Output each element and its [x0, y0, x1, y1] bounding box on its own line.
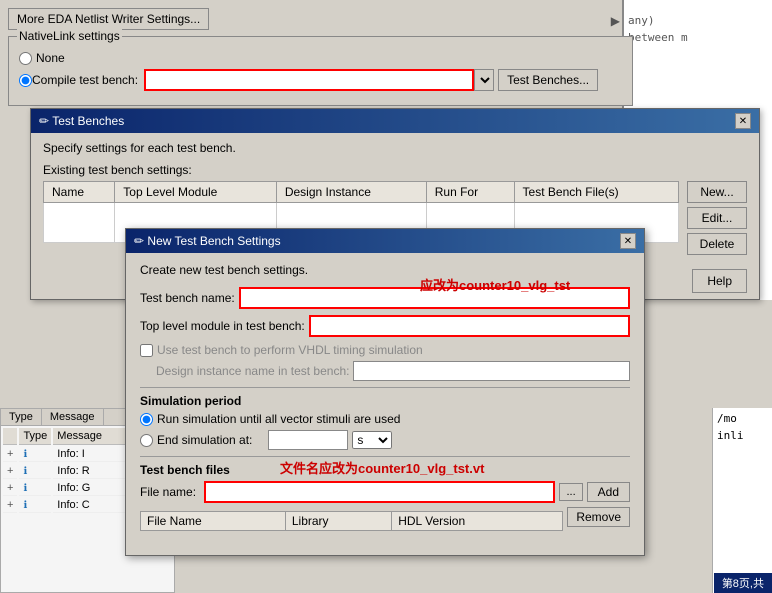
new-bench-body: Create new test bench settings. Test ben…: [126, 253, 644, 555]
type-cell: ℹ: [19, 498, 51, 513]
info-icon: ℹ: [23, 483, 27, 494]
nativelink-group: NativeLink settings None Compile test be…: [8, 36, 633, 106]
delete-button[interactable]: Delete: [687, 233, 747, 255]
top-bar: More EDA Netlist Writer Settings...: [8, 8, 209, 30]
file-table-row: [141, 531, 563, 546]
eda-settings-button[interactable]: More EDA Netlist Writer Settings...: [8, 8, 209, 30]
col-name: Name: [44, 182, 115, 203]
help-button[interactable]: Help: [692, 269, 747, 293]
top-level-label: Top level module in test bench:: [140, 319, 305, 333]
file-col-name: File Name: [141, 512, 286, 531]
msg-col-type: Type: [19, 428, 51, 445]
existing-label: Existing test bench settings:: [43, 163, 747, 177]
expand-cell[interactable]: +: [3, 498, 17, 513]
page-badge: 第8页,共: [714, 573, 772, 593]
type-cell: ℹ: [19, 464, 51, 479]
compile-input[interactable]: counter10_vlg_tst: [144, 69, 474, 91]
right-line2: inli: [717, 429, 768, 442]
test-benches-title-icon: ✏: [39, 114, 49, 128]
compile-label: Compile test bench:: [32, 73, 138, 87]
compile-radio[interactable]: [19, 74, 32, 87]
none-radio-row: None: [19, 51, 622, 65]
code-line-any: any): [628, 6, 768, 27]
test-benches-description: Specify settings for each test bench.: [43, 141, 747, 155]
new-bench-title: New Test Bench Settings: [147, 234, 280, 248]
design-instance-input[interactable]: NA: [353, 361, 630, 381]
none-radio[interactable]: [19, 52, 32, 65]
file-cell-name: [141, 531, 286, 546]
remove-button[interactable]: Remove: [567, 507, 630, 527]
type-cell: ℹ: [19, 481, 51, 496]
end-sim-unit-select[interactable]: s: [352, 431, 392, 449]
end-sim-radio[interactable]: [140, 434, 153, 447]
vhdl-checkbox-row: Use test bench to perform VHDL timing si…: [140, 343, 630, 357]
code-line-between: between m: [628, 31, 768, 44]
col-design-instance: Design Instance: [276, 182, 426, 203]
simulation-options: Run simulation until all vector stimuli …: [140, 412, 630, 450]
end-sim-label: End simulation at:: [157, 433, 252, 447]
new-bench-close-button[interactable]: ✕: [620, 233, 636, 249]
file-cell-hdl: [392, 531, 563, 546]
test-benches-title: Test Benches: [52, 114, 124, 128]
file-table: File Name Library HDL Version: [140, 511, 563, 545]
expand-cell[interactable]: +: [3, 464, 17, 479]
design-instance-label: Design instance name in test bench:: [156, 364, 349, 378]
simulation-period-label: Simulation period: [140, 394, 630, 408]
file-row: File name: simulation/modelsim/counter10…: [140, 481, 630, 503]
testbench-name-label: Test bench name:: [140, 291, 235, 305]
run-all-label: Run simulation until all vector stimuli …: [157, 412, 400, 426]
add-button[interactable]: Add: [587, 482, 630, 502]
top-level-row: Top level module in test bench: counter_…: [140, 315, 630, 337]
file-cell-library: [285, 531, 391, 546]
expand-cell[interactable]: +: [3, 481, 17, 496]
vhdl-checkbox-label: Use test bench to perform VHDL timing si…: [157, 343, 423, 357]
test-benches-titlebar: ✏ Test Benches ✕: [31, 109, 759, 133]
annotation-text-1: 应改为counter10_vlg_tst: [420, 275, 570, 294]
design-instance-row: Design instance name in test bench: NA: [156, 361, 630, 381]
divider2: [140, 456, 630, 457]
info-icon: ℹ: [23, 449, 27, 460]
right-line1: /mo: [717, 412, 768, 425]
vhdl-checkbox[interactable]: [140, 344, 153, 357]
end-sim-radio-row: End simulation at: s: [140, 430, 630, 450]
browse-button[interactable]: ...: [559, 483, 582, 501]
type-cell: ℹ: [19, 447, 51, 462]
file-table-area: File Name Library HDL Version Remov: [140, 507, 630, 545]
right-panel-bottom: /mo inli: [712, 408, 772, 593]
col-top-level: Top Level Module: [115, 182, 277, 203]
run-all-radio-row: Run simulation until all vector stimuli …: [140, 412, 630, 426]
top-level-input[interactable]: counter_vlg_tst: [309, 315, 630, 337]
message-tab[interactable]: Message: [42, 409, 104, 425]
divider1: [140, 387, 630, 388]
run-all-radio[interactable]: [140, 413, 153, 426]
annotation-text-2: 文件名应改为counter10_vlg_tst.vt: [280, 458, 484, 477]
info-icon: ℹ: [23, 500, 27, 511]
info-icon: ℹ: [23, 466, 27, 477]
cell-name: [44, 203, 115, 243]
end-sim-input[interactable]: [268, 430, 348, 450]
new-bench-title-icon: ✏: [134, 234, 144, 248]
end-sim-input-row: s: [268, 430, 392, 450]
expand-cell[interactable]: +: [3, 447, 17, 462]
compile-dropdown[interactable]: [474, 69, 494, 91]
file-col-library: Library: [285, 512, 391, 531]
col-test-bench-files: Test Bench File(s): [514, 182, 678, 203]
new-button[interactable]: New...: [687, 181, 747, 203]
nativelink-group-label: NativeLink settings: [17, 29, 122, 43]
test-benches-button[interactable]: Test Benches...: [498, 69, 598, 91]
compile-radio-row: Compile test bench: counter10_vlg_tst Te…: [19, 69, 622, 91]
test-benches-close-button[interactable]: ✕: [735, 113, 751, 129]
type-tab[interactable]: Type: [1, 409, 42, 425]
file-name-label: File name:: [140, 485, 196, 499]
col-run-for: Run For: [426, 182, 514, 203]
new-bench-titlebar: ✏ New Test Bench Settings ✕: [126, 229, 644, 253]
file-col-hdl: HDL Version: [392, 512, 563, 531]
none-label: None: [36, 51, 65, 65]
file-name-input[interactable]: simulation/modelsim/counter10.vt: [204, 481, 555, 503]
msg-col-expand: [3, 428, 17, 445]
edit-button[interactable]: Edit...: [687, 207, 747, 229]
expand-arrow-icon[interactable]: ▶: [611, 14, 620, 28]
table-buttons: New... Edit... Delete: [687, 181, 747, 255]
